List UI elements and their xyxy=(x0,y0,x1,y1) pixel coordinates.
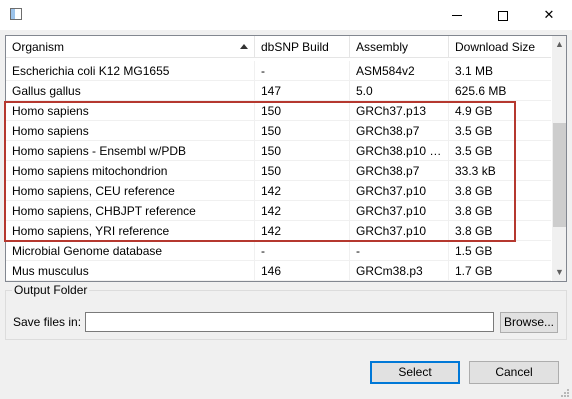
cancel-button[interactable]: Cancel xyxy=(469,361,559,384)
cell-assembly: ASM584v2 xyxy=(350,61,449,81)
column-header-label: dbSNP Build xyxy=(261,40,329,54)
cell-dbsnp-build: 142 xyxy=(255,181,350,201)
cell-assembly: GRCh37.p10 xyxy=(350,201,449,221)
cell-organism: Homo sapiens, CHBJPT reference xyxy=(6,201,255,221)
chevron-up-icon: ▲ xyxy=(555,39,564,49)
cell-assembly: 5.0 xyxy=(350,81,449,101)
cell-dbsnp-build: 147 xyxy=(255,81,350,101)
cell-download-size: 33.3 kB xyxy=(455,164,496,178)
scroll-down-button[interactable]: ▼ xyxy=(552,264,566,281)
table-row[interactable]: Homo sapiens, YRI reference 142 GRCh37.p10… xyxy=(6,221,551,241)
cell-download-size: 1.5 GB xyxy=(455,244,493,258)
column-header-label: Download Size xyxy=(455,40,536,54)
minimize-icon xyxy=(452,15,462,17)
cell-dbsnp-build: 150 xyxy=(255,101,350,121)
cell-download-size: 1.7 GB xyxy=(455,264,493,278)
maximize-icon xyxy=(498,10,508,21)
save-files-label: Save files in: xyxy=(13,315,82,329)
table-row[interactable]: Homo sapiens, CHBJPT reference 142 GRCh37.… xyxy=(6,201,551,221)
cell-dbsnp-build: 142 xyxy=(255,201,350,221)
output-folder-label: Output Folder xyxy=(12,283,90,297)
table-row[interactable]: Homo sapiens 150 GRCh38.p7 3.5 GB xyxy=(6,121,551,141)
resize-grip-icon[interactable] xyxy=(560,388,570,398)
cell-assembly: GRCh37.p10 xyxy=(350,181,449,201)
column-header-assembly[interactable]: Assembly xyxy=(350,36,449,58)
cell-dbsnp-build: 150 xyxy=(255,161,350,181)
cell-assembly: GRCh38.p7 xyxy=(350,161,449,181)
chevron-down-icon: ▼ xyxy=(555,267,564,277)
browse-button[interactable]: Browse... xyxy=(500,312,558,333)
minimize-button[interactable] xyxy=(434,0,480,30)
column-header-label: Assembly xyxy=(356,40,409,54)
sort-ascending-icon xyxy=(240,44,248,49)
table-row[interactable]: Mus musculus 146 GRCm38.p3 1.7 GB xyxy=(6,261,551,281)
table-row[interactable]: Microbial Genome database - -1.5 GB xyxy=(6,241,551,261)
close-icon: ✕ xyxy=(543,7,555,22)
cell-organism: Escherichia coli K12 MG1655 xyxy=(6,61,255,81)
table-row[interactable]: Homo sapiens 150 GRCh37.p13 4.9 GB xyxy=(6,101,551,121)
select-button[interactable]: Select xyxy=(370,361,460,384)
cell-organism: Homo sapiens, YRI reference xyxy=(6,221,255,241)
cell-download-size: 3.8 GB xyxy=(455,184,493,198)
cell-dbsnp-build: - xyxy=(255,241,350,261)
cell-assembly: - xyxy=(350,241,449,261)
cell-download-size: 3.5 GB xyxy=(455,124,493,138)
cell-download-size: 625.6 MB xyxy=(455,84,507,98)
cell-assembly: GRCh37.p13 xyxy=(350,101,449,121)
save-path-input[interactable] xyxy=(85,312,494,332)
column-header-label: Organism xyxy=(12,40,65,54)
column-header-download-size[interactable]: Download Size xyxy=(449,36,551,58)
cell-download-size: 4.9 GB xyxy=(455,104,493,118)
table-row[interactable]: Escherichia coli K12 MG1655- ASM584v2 3.1 … xyxy=(6,61,551,81)
cell-dbsnp-build: 142 xyxy=(255,221,350,241)
cell-assembly: GRCm38.p3 xyxy=(350,261,449,281)
cell-dbsnp-build: 150 xyxy=(255,141,350,161)
cell-download-size: 3.1 MB xyxy=(455,64,494,78)
table-body: Escherichia coli K12 MG1655- ASM584v2 3.1 … xyxy=(6,58,551,281)
table-row[interactable]: Gallus gallus 147 5.0 625.6 MB xyxy=(6,81,551,101)
table-header: Organism dbSNP Build Assembly Download S… xyxy=(6,36,551,58)
cell-dbsnp-build: - xyxy=(255,61,350,81)
cell-organism: Microbial Genome database xyxy=(6,241,255,261)
cell-assembly: GRCh37.p10 xyxy=(350,221,449,241)
cell-organism: Homo sapiens, CEU reference xyxy=(6,181,255,201)
window-icon xyxy=(10,8,22,20)
cell-organism: Mus musculus xyxy=(6,261,255,281)
cell-dbsnp-build: 150 xyxy=(255,121,350,141)
scrollbar-thumb[interactable] xyxy=(553,123,566,227)
table-row[interactable]: Homo sapiens mitochondrion 150 GRCh38.p7 33… xyxy=(6,161,551,181)
cell-assembly: GRCh38.p7 xyxy=(350,121,449,141)
column-header-dbsnp-build[interactable]: dbSNP Build xyxy=(255,36,350,58)
column-header-organism[interactable]: Organism xyxy=(6,36,255,58)
vertical-scrollbar[interactable]: ▲ ▼ xyxy=(552,36,566,281)
maximize-button[interactable] xyxy=(480,0,526,30)
cell-dbsnp-build: 146 xyxy=(255,261,350,281)
organism-table: Organism dbSNP Build Assembly Download S… xyxy=(5,35,567,282)
title-bar: ✕ xyxy=(0,0,572,30)
cell-download-size: 3.5 GB xyxy=(455,144,493,158)
cell-organism: Homo sapiens xyxy=(6,121,255,141)
cell-organism: Homo sapiens xyxy=(6,101,255,121)
cell-download-size: 3.8 GB xyxy=(455,224,493,238)
scroll-up-button[interactable]: ▲ xyxy=(552,36,566,53)
cell-download-size: 3.8 GB xyxy=(455,204,493,218)
cell-organism: Homo sapiens - Ensembl w/PDB xyxy=(6,141,255,161)
cell-assembly: GRCh38.p10 + ... xyxy=(350,141,449,161)
close-button[interactable]: ✕ xyxy=(526,0,572,30)
cell-organism: Homo sapiens mitochondrion xyxy=(6,161,255,181)
table-row[interactable]: Homo sapiens - Ensembl w/PDB 150 GRCh38.p1… xyxy=(6,141,551,161)
cell-organism: Gallus gallus xyxy=(6,81,255,101)
table-row[interactable]: Homo sapiens, CEU reference 142 GRCh37.p10… xyxy=(6,181,551,201)
